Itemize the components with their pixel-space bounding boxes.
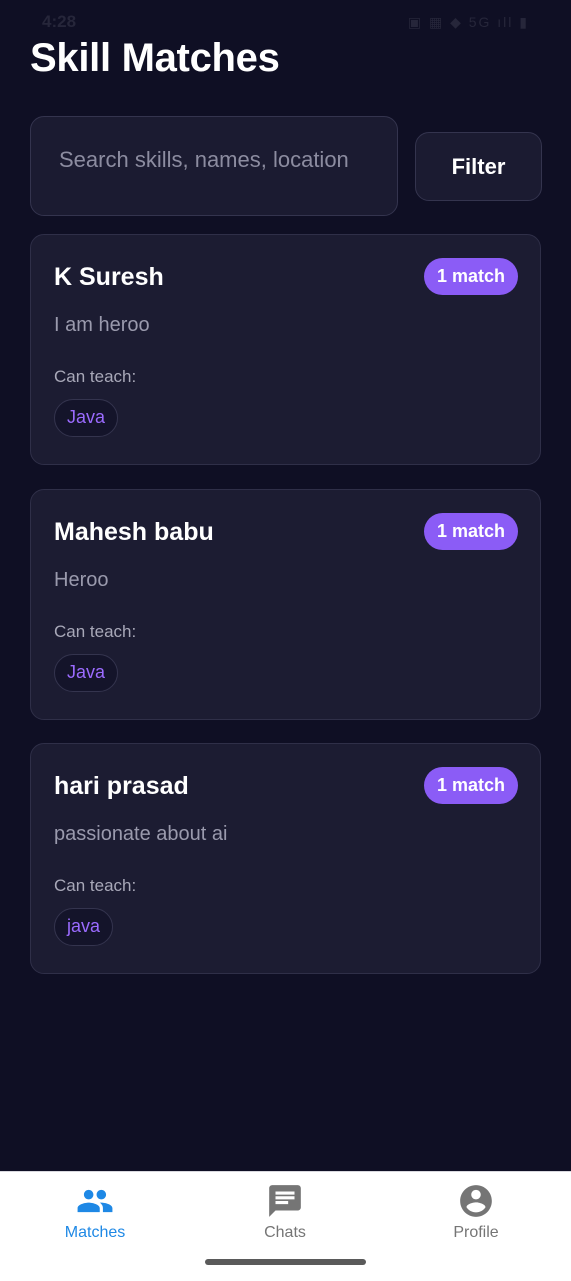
can-teach-label: Can teach:	[54, 367, 137, 386]
nav-label-matches: Matches	[64, 1224, 126, 1241]
nav-item-chats[interactable]: Chats	[205, 1172, 365, 1262]
match-name: Mahesh babu	[54, 518, 214, 546]
status-icons: ▣ ▦ ◆ 5G ıll ▮	[407, 14, 529, 30]
skill-chip[interactable]: java	[54, 908, 114, 946]
chat-icon	[269, 1185, 301, 1217]
can-teach-label: Can teach:	[54, 622, 137, 641]
match-card[interactable]: K Suresh 1 match I am heroo Can teach: J…	[30, 234, 541, 465]
match-count-badge: 1 match	[423, 767, 518, 804]
status-time: 4:28	[42, 12, 77, 31]
home-indicator[interactable]	[205, 1259, 366, 1265]
filter-button[interactable]: Filter	[415, 132, 542, 201]
search-input[interactable]	[59, 143, 369, 177]
match-bio: passionate about ai	[54, 823, 228, 845]
people-icon	[77, 1189, 113, 1213]
search-box[interactable]	[30, 116, 398, 216]
skill-chip[interactable]: Java	[54, 654, 119, 692]
match-count-badge: 1 match	[423, 258, 518, 295]
match-count-badge: 1 match	[423, 513, 518, 550]
page-title: Skill Matches	[30, 36, 280, 80]
skill-chip[interactable]: Java	[54, 399, 119, 437]
nav-item-profile[interactable]: Profile	[396, 1172, 556, 1262]
match-name: hari prasad	[54, 772, 189, 800]
account-circle-icon	[460, 1185, 492, 1217]
status-bar: 4:28 ▣ ▦ ◆ 5G ıll ▮	[0, 0, 571, 40]
can-teach-label: Can teach:	[54, 876, 137, 895]
match-bio: I am heroo	[54, 314, 150, 336]
nav-label-chats: Chats	[264, 1224, 306, 1241]
bottom-nav: Matches Chats Profile	[0, 1171, 571, 1281]
nav-item-matches[interactable]: Matches	[15, 1172, 175, 1262]
match-card[interactable]: hari prasad 1 match passionate about ai …	[30, 743, 541, 974]
match-name: K Suresh	[54, 263, 164, 291]
match-card[interactable]: Mahesh babu 1 match Heroo Can teach: Jav…	[30, 489, 541, 720]
match-bio: Heroo	[54, 569, 109, 591]
nav-label-profile: Profile	[453, 1224, 499, 1241]
